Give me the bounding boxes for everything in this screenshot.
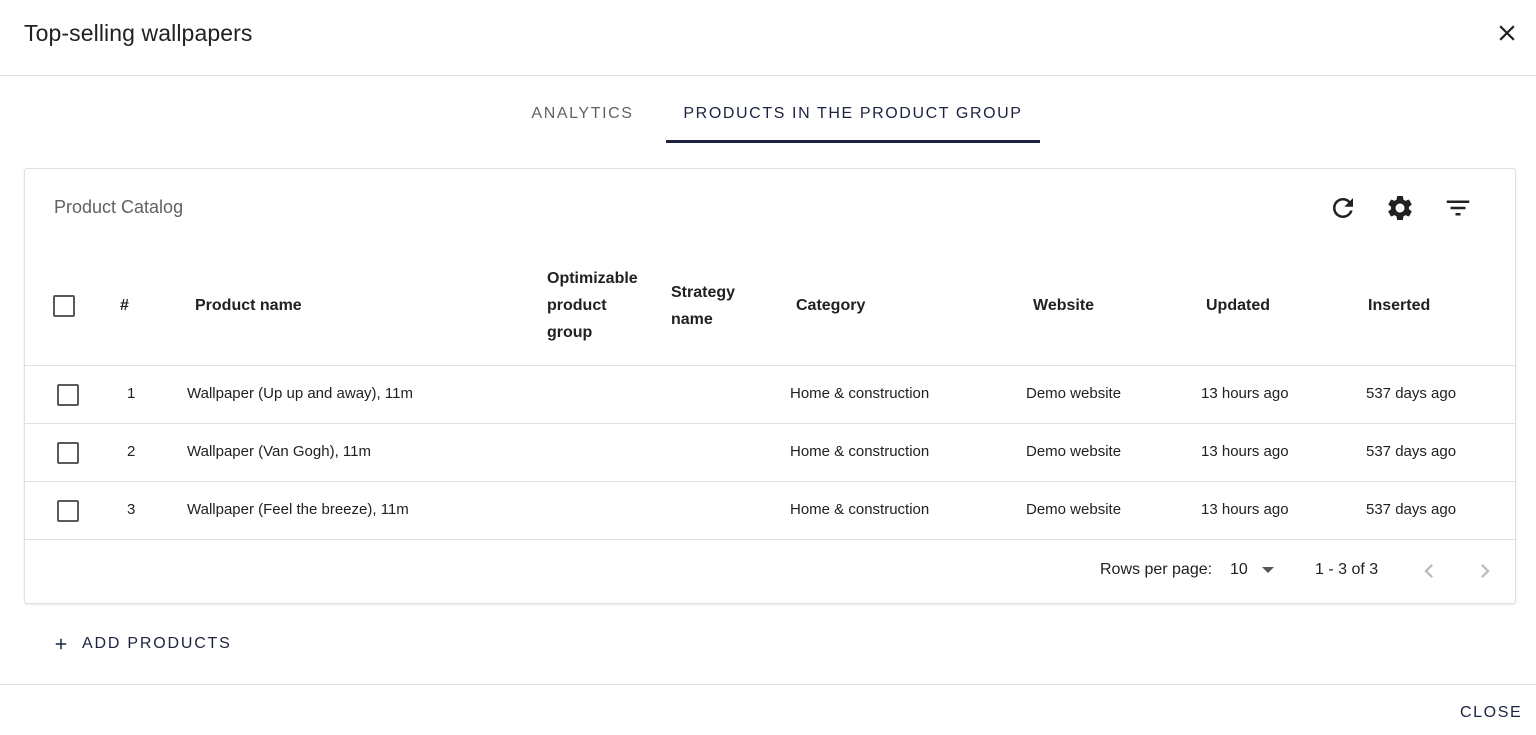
pagination: Rows per page: 10 1 - 3 of 3 bbox=[25, 549, 1515, 593]
row-checkbox[interactable] bbox=[57, 500, 79, 522]
col-website[interactable]: Website bbox=[1033, 292, 1094, 319]
col-category[interactable]: Category bbox=[796, 292, 865, 319]
cell-index: 1 bbox=[127, 385, 136, 402]
table-row[interactable]: 3 Wallpaper (Feel the breeze), 11m Home … bbox=[25, 482, 1515, 540]
cell-category: Home & construction bbox=[790, 443, 930, 460]
footer-divider bbox=[0, 684, 1536, 685]
row-checkbox[interactable] bbox=[57, 442, 79, 464]
cell-category: Home & construction bbox=[790, 385, 930, 402]
tab-analytics[interactable]: ANALYTICS bbox=[500, 90, 665, 144]
cell-product-name: Wallpaper (Van Gogh), 11m bbox=[187, 443, 371, 460]
col-product-name[interactable]: Product name bbox=[195, 292, 302, 319]
product-group-dialog: Top-selling wallpapers ANALYTICS PRODUCT… bbox=[0, 0, 1536, 735]
card-title: Product Catalog bbox=[54, 197, 184, 217]
page-range: 1 - 3 of 3 bbox=[1315, 561, 1379, 578]
refresh-icon[interactable] bbox=[1328, 193, 1358, 223]
cell-website: Demo website bbox=[1026, 385, 1122, 402]
rows-per-page-value: 10 bbox=[1230, 561, 1248, 578]
table-row[interactable]: 2 Wallpaper (Van Gogh), 11m Home & const… bbox=[25, 424, 1515, 482]
col-inserted[interactable]: Inserted bbox=[1368, 292, 1430, 319]
col-index[interactable]: # bbox=[120, 292, 129, 319]
filter-icon[interactable] bbox=[1443, 193, 1473, 223]
cell-index: 3 bbox=[127, 501, 136, 518]
table-footer-divider bbox=[25, 539, 1515, 540]
select-all-checkbox[interactable] bbox=[53, 295, 75, 317]
rows-per-page-label: Rows per page: bbox=[1100, 561, 1213, 578]
rows-per-page-select[interactable]: 10 bbox=[1230, 561, 1274, 579]
row-checkbox[interactable] bbox=[57, 384, 79, 406]
cell-index: 2 bbox=[127, 443, 136, 460]
col-optimizable-group[interactable]: Optimizable product group bbox=[547, 265, 647, 346]
cell-website: Demo website bbox=[1026, 443, 1122, 460]
cell-product-name: Wallpaper (Up up and away), 11m bbox=[187, 385, 413, 402]
plus-icon bbox=[55, 638, 67, 650]
table-header: # Product name Optimizable product group… bbox=[25, 249, 1515, 366]
chevron-left-icon[interactable] bbox=[1415, 557, 1443, 585]
cell-inserted: 537 days ago bbox=[1366, 501, 1457, 518]
cell-product-name: Wallpaper (Feel the breeze), 11m bbox=[187, 501, 409, 518]
tab-products-in-group[interactable]: PRODUCTS IN THE PRODUCT GROUP bbox=[666, 90, 1040, 144]
active-tab-indicator bbox=[666, 140, 1040, 143]
tab-bar: ANALYTICS PRODUCTS IN THE PRODUCT GROUP bbox=[0, 90, 1536, 144]
dropdown-caret-icon bbox=[1261, 567, 1274, 573]
cell-inserted: 537 days ago bbox=[1366, 385, 1457, 402]
add-products-label: ADD PRODUCTS bbox=[82, 635, 232, 652]
product-catalog-card: Product Catalog # Product name Optimizab… bbox=[24, 168, 1516, 604]
chevron-right-icon[interactable] bbox=[1471, 557, 1499, 585]
dialog-header: Top-selling wallpapers bbox=[0, 0, 1536, 76]
cell-inserted: 537 days ago bbox=[1366, 443, 1457, 460]
cell-updated: 13 hours ago bbox=[1201, 385, 1289, 402]
cell-website: Demo website bbox=[1026, 501, 1122, 518]
cell-updated: 13 hours ago bbox=[1201, 443, 1289, 460]
add-products-button[interactable]: ADD PRODUCTS bbox=[52, 632, 232, 656]
gear-icon[interactable] bbox=[1385, 193, 1415, 223]
cell-category: Home & construction bbox=[790, 501, 930, 518]
cell-updated: 13 hours ago bbox=[1201, 501, 1289, 518]
dialog-title: Top-selling wallpapers bbox=[24, 20, 253, 46]
table-row[interactable]: 1 Wallpaper (Up up and away), 11m Home &… bbox=[25, 366, 1515, 424]
close-button[interactable]: CLOSE bbox=[1460, 704, 1522, 728]
col-updated[interactable]: Updated bbox=[1206, 292, 1270, 319]
close-icon[interactable] bbox=[1494, 20, 1520, 46]
col-strategy-name[interactable]: Strategy name bbox=[671, 279, 751, 333]
